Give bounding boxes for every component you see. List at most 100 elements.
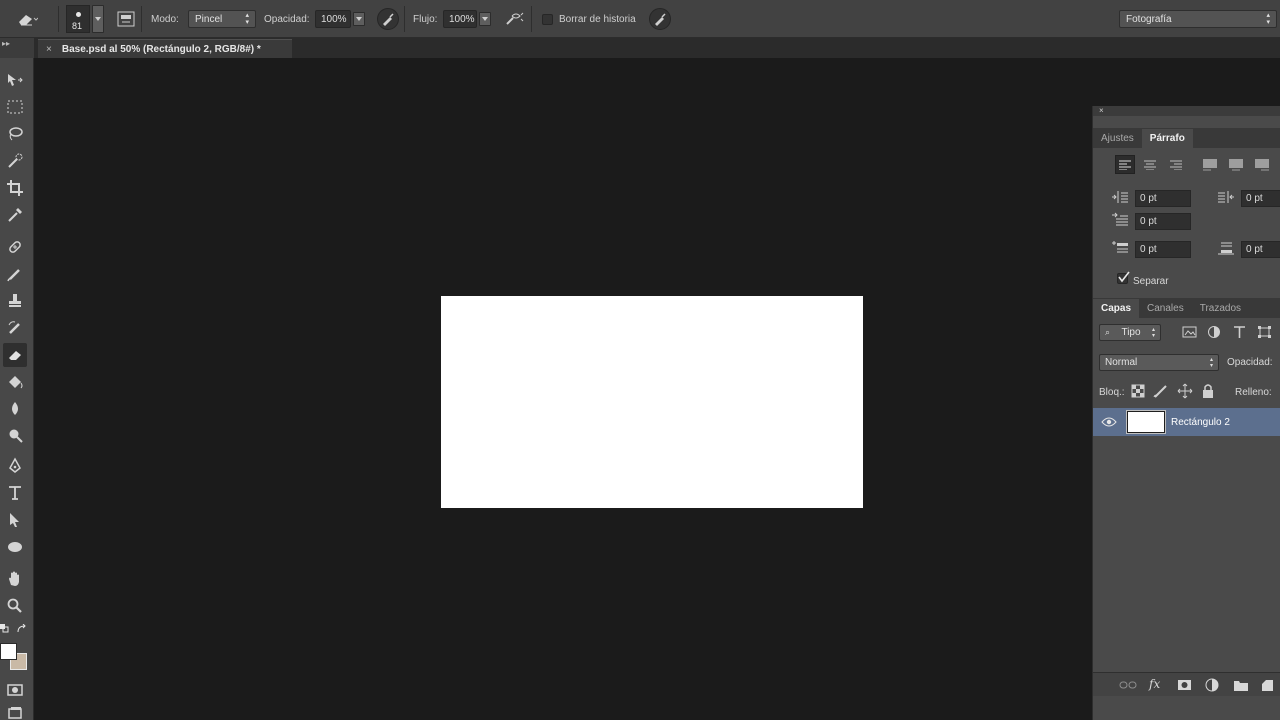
filter-type-layers-icon[interactable] xyxy=(1232,325,1248,339)
screen-mode-icon[interactable] xyxy=(3,702,27,720)
layer-style-fx-icon[interactable]: fx xyxy=(1149,677,1167,693)
lock-transparent-pixels-icon[interactable] xyxy=(1131,384,1145,398)
type-tool-icon[interactable] xyxy=(3,481,27,505)
options-bar: 81 Modo: Pincel ▴ ▾ Opacidad: 100% Flujo:… xyxy=(0,0,1280,38)
indent-right-input[interactable]: 0 pt xyxy=(1241,190,1280,207)
space-after-input[interactable]: 0 pt xyxy=(1241,241,1280,258)
tab-adjustments[interactable]: Ajustes xyxy=(1093,129,1142,148)
paint-bucket-tool-icon[interactable] xyxy=(3,370,27,394)
tab-layers[interactable]: Capas xyxy=(1093,299,1140,318)
document-canvas[interactable] xyxy=(441,296,863,508)
justify-last-center-button[interactable] xyxy=(1227,155,1245,174)
dock-header[interactable]: × xyxy=(1093,106,1280,116)
ellipse-tool-icon[interactable] xyxy=(3,535,27,559)
updown-arrows-icon: ▴ ▾ xyxy=(1266,12,1270,26)
layer-filter-value: Tipo xyxy=(1121,327,1141,338)
indent-first-line-icon xyxy=(1111,212,1129,228)
hyphenate-label: Separar xyxy=(1133,276,1169,287)
document-tab[interactable]: × Base.psd al 50% (Rectángulo 2, RGB/8#)… xyxy=(38,39,292,58)
mode-select[interactable]: Pincel ▴ ▾ xyxy=(188,10,256,28)
filter-adjustment-layers-icon[interactable] xyxy=(1207,325,1223,339)
tab-paragraph[interactable]: Párrafo xyxy=(1141,129,1193,148)
flow-input[interactable]: 100% xyxy=(443,10,477,28)
mode-value: Pincel xyxy=(195,13,223,25)
lock-image-pixels-icon[interactable] xyxy=(1153,384,1169,398)
justify-last-left-button[interactable] xyxy=(1201,155,1219,174)
eraser-tool-icon[interactable] xyxy=(3,343,27,367)
tablet-pressure-opacity-icon[interactable] xyxy=(377,0,399,38)
workspace-select[interactable]: Fotografía ▴ ▾ xyxy=(1119,10,1277,28)
indent-first-line-input[interactable]: 0 pt xyxy=(1135,213,1191,230)
default-colors-icon[interactable] xyxy=(0,624,10,634)
pen-tool-icon[interactable] xyxy=(3,454,27,478)
blend-mode-select[interactable]: Normal ▴ ▾ xyxy=(1099,354,1219,371)
layer-filter-select[interactable]: ⌕ Tipo ▴ ▾ xyxy=(1099,324,1161,341)
add-mask-icon[interactable] xyxy=(1177,678,1193,692)
align-left-button[interactable] xyxy=(1115,155,1135,174)
eraser-tool-preset-icon[interactable] xyxy=(16,0,38,38)
filter-pixel-layers-icon[interactable] xyxy=(1182,325,1198,339)
collapse-icon[interactable]: ▸▸ xyxy=(2,39,10,48)
indent-right-icon xyxy=(1217,189,1235,205)
blur-tool-icon[interactable] xyxy=(3,397,27,421)
brush-preset-picker[interactable]: 81 xyxy=(66,0,104,38)
eye-icon[interactable] xyxy=(1101,416,1117,428)
updown-arrows-icon: ▴ ▾ xyxy=(245,12,249,26)
align-left-icon xyxy=(1119,160,1131,170)
new-layer-icon[interactable] xyxy=(1259,677,1275,693)
clone-stamp-tool-icon[interactable] xyxy=(3,289,27,313)
flow-label: Flujo: xyxy=(413,13,438,25)
eyedropper-tool-icon[interactable] xyxy=(3,203,27,227)
brush-picker-chevron-icon[interactable] xyxy=(92,5,104,33)
crop-tool-icon[interactable] xyxy=(3,176,27,200)
close-icon[interactable]: × xyxy=(46,44,52,55)
opacity-input[interactable]: 100% xyxy=(315,10,351,28)
marquee-tool-icon[interactable] xyxy=(3,95,27,119)
opacity-chevron-icon[interactable] xyxy=(353,12,365,26)
align-center-icon xyxy=(1144,160,1156,170)
justify-last-right-button[interactable] xyxy=(1253,155,1271,174)
erase-history-checkbox[interactable] xyxy=(542,13,553,25)
link-layers-icon[interactable] xyxy=(1119,678,1137,692)
dodge-tool-icon[interactable] xyxy=(3,424,27,448)
updown-arrows-icon: ▴ ▾ xyxy=(1209,356,1213,369)
document-tab-bar: × Base.psd al 50% (Rectángulo 2, RGB/8#)… xyxy=(34,38,1280,58)
filter-shape-layers-icon[interactable] xyxy=(1257,325,1273,339)
hand-tool-icon[interactable] xyxy=(3,567,27,591)
swap-colors-icon[interactable] xyxy=(16,623,28,634)
tools-panel-header[interactable]: ▸▸ xyxy=(0,38,34,58)
paragraph-panel: 0 pt 0 pt 0 pt 0 pt 0 pt Separar xyxy=(1093,148,1280,296)
history-brush-tool-icon[interactable] xyxy=(3,316,27,340)
canvas-area[interactable] xyxy=(34,58,1092,720)
flow-chevron-icon[interactable] xyxy=(479,12,491,26)
layer-row[interactable]: Rectángulo 2 xyxy=(1093,408,1280,436)
tab-channels[interactable]: Canales xyxy=(1139,299,1192,318)
healing-brush-tool-icon[interactable] xyxy=(3,235,27,259)
brush-panel-toggle-icon[interactable] xyxy=(117,0,135,38)
quick-selection-tool-icon[interactable] xyxy=(3,149,27,173)
quick-mask-icon[interactable] xyxy=(3,678,27,702)
new-group-folder-icon[interactable] xyxy=(1233,678,1249,692)
lasso-tool-icon[interactable] xyxy=(3,122,27,146)
lock-position-icon[interactable] xyxy=(1177,383,1193,399)
zoom-tool-icon[interactable] xyxy=(3,594,27,618)
layer-name[interactable]: Rectángulo 2 xyxy=(1171,417,1230,428)
align-center-button[interactable] xyxy=(1141,155,1159,174)
align-right-icon xyxy=(1170,160,1182,170)
move-tool-icon[interactable] xyxy=(3,68,27,92)
space-before-input[interactable]: 0 pt xyxy=(1135,241,1191,258)
new-fill-adjustment-icon[interactable] xyxy=(1205,677,1221,693)
lock-all-icon[interactable] xyxy=(1201,383,1215,399)
close-icon[interactable]: × xyxy=(1099,106,1104,115)
document-tab-title: Base.psd al 50% (Rectángulo 2, RGB/8#) * xyxy=(61,43,261,55)
brush-tool-icon[interactable] xyxy=(3,262,27,286)
tablet-pressure-size-icon[interactable] xyxy=(649,0,671,38)
align-right-button[interactable] xyxy=(1167,155,1185,174)
workspace-value: Fotografía xyxy=(1126,13,1172,25)
hyphenate-checkbox[interactable] xyxy=(1117,271,1130,284)
path-selection-tool-icon[interactable] xyxy=(3,508,27,532)
tab-paths[interactable]: Trazados xyxy=(1192,299,1249,318)
foreground-color-swatch[interactable] xyxy=(0,643,17,660)
airbrush-icon[interactable] xyxy=(505,0,525,38)
indent-left-input[interactable]: 0 pt xyxy=(1135,190,1191,207)
